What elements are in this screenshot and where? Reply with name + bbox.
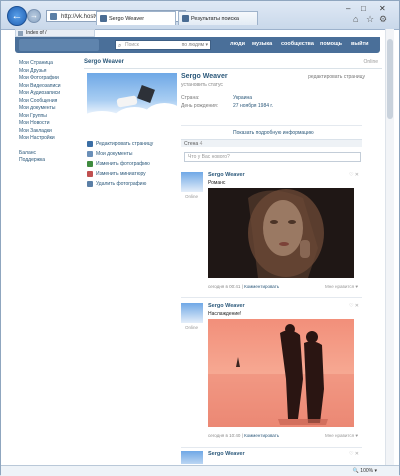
search-placeholder: Поиск: [125, 42, 139, 48]
site-favicon-icon: [50, 13, 57, 20]
menu-news[interactable]: Мои Новости: [19, 120, 79, 128]
nav-logout[interactable]: выйти: [351, 41, 369, 47]
tab-profile[interactable]: Sergo Weaver: [96, 11, 176, 25]
my-documents-link[interactable]: Мои документы: [87, 151, 177, 161]
favorites-star-icon[interactable]: ☆: [366, 15, 375, 24]
maximize-button[interactable]: □: [361, 4, 366, 13]
forward-arrow-icon: →: [30, 11, 38, 20]
wall-post-input[interactable]: Что у Вас нового?: [184, 152, 361, 162]
browser-window: ← → http://vk.hostv.ru/id Sergo Weaver Р…: [0, 0, 400, 476]
change-photo-link[interactable]: Изменить фотографию: [87, 161, 177, 171]
post-author[interactable]: Sergo Weaver: [208, 451, 245, 457]
post-photo[interactable]: [208, 188, 354, 278]
scrollbar-thumb[interactable]: [387, 39, 393, 119]
vk-header: ⌕ Поиск по людям ▾ люди музыка сообществ…: [15, 37, 380, 53]
birthday-row: День рождения: 27 ноября 1984 г.: [181, 103, 273, 109]
post-text: Наслаждение!: [208, 311, 242, 317]
post-photo[interactable]: [208, 319, 354, 427]
like-button[interactable]: Мне нравится ♥: [325, 433, 358, 438]
menu-friends[interactable]: Мои Друзья: [19, 68, 79, 76]
wall-post: Online Sergo Weaver ♡ ✕ Наслаждение! сег…: [181, 303, 362, 443]
post-author[interactable]: Sergo Weaver: [208, 303, 245, 309]
browser-toolbar: ← → http://vk.hostv.ru/id Sergo Weaver Р…: [1, 1, 399, 30]
tab-label: Index of /: [26, 30, 47, 36]
close-window-button[interactable]: ✕: [379, 4, 386, 13]
wall-post: Online Sergo Weaver ♡ ✕ Романс сегодня в…: [181, 172, 362, 292]
country-link[interactable]: Украина: [233, 95, 252, 101]
tab-label: Sergo Weaver: [109, 16, 145, 22]
profile-avatar[interactable]: [87, 73, 177, 133]
wall-header: Стена 4: [181, 139, 362, 147]
profile-name-header: Sergo Weaver: [84, 59, 124, 65]
online-status: Online: [363, 59, 378, 65]
menu-groups[interactable]: Мои Группы: [19, 113, 79, 121]
back-button[interactable]: ←: [7, 6, 27, 26]
menu-balance[interactable]: Баланс: [19, 150, 79, 158]
post-author[interactable]: Sergo Weaver: [208, 172, 245, 178]
pencil-icon: [87, 141, 93, 147]
wall-post: Sergo Weaver ♡ ✕: [181, 451, 362, 464]
post-menu-icon[interactable]: ♡ ✕: [349, 303, 359, 309]
vk-search-input[interactable]: ⌕ Поиск по людям ▾: [115, 40, 211, 50]
document-icon: [87, 151, 93, 157]
tab-label: Результаты поиска: [191, 16, 239, 22]
post-text: Романс: [208, 180, 226, 186]
menu-support[interactable]: Поддержка: [19, 157, 79, 165]
like-button[interactable]: Мне нравится ♥: [325, 284, 358, 289]
edit-page-top-link[interactable]: редактировать страницу: [308, 74, 365, 80]
menu-documents[interactable]: Мои документы: [19, 105, 79, 113]
nav-people[interactable]: люди: [230, 41, 245, 47]
tab-index[interactable]: Index of /: [15, 29, 95, 37]
page-scrollbar[interactable]: [385, 29, 394, 465]
vk-logo[interactable]: [19, 39, 99, 51]
menu-messages[interactable]: Мои Сообщения: [19, 98, 79, 106]
menu-videos[interactable]: Мои Видеозаписи: [19, 83, 79, 91]
folder-icon: [18, 31, 23, 36]
vk-favicon-icon: [100, 15, 107, 22]
country-row: Страна: Украина: [181, 95, 253, 101]
birthday-link[interactable]: 27 ноября 1984 г.: [233, 103, 273, 109]
profile-top-bar: Sergo Weaver Online: [84, 57, 382, 68]
post-author-avatar[interactable]: [181, 451, 203, 464]
home-icon[interactable]: ⌂: [353, 15, 362, 24]
post-author-avatar[interactable]: [181, 303, 203, 323]
change-thumbnail-link[interactable]: Изменить миниатюру: [87, 171, 177, 181]
nav-music[interactable]: музыка: [252, 41, 272, 47]
forward-button[interactable]: →: [27, 9, 41, 23]
search-icon: ⌕: [118, 43, 122, 49]
nav-communities[interactable]: сообщества: [281, 41, 314, 47]
tab-search-results[interactable]: Результаты поиска: [178, 11, 258, 25]
author-online: Online: [185, 325, 199, 330]
edit-page-link[interactable]: Редактировать страницу: [87, 141, 177, 151]
settings-gear-icon[interactable]: ⚙: [379, 15, 388, 24]
thumbnail-icon: [87, 171, 93, 177]
profile-actions: Редактировать страницу Мои документы Изм…: [87, 141, 177, 191]
delete-photo-link[interactable]: Удалить фотографию: [87, 181, 177, 191]
status-bar: 🔍 100% ▾: [1, 465, 399, 476]
status-placeholder[interactable]: установить статус: [181, 82, 381, 88]
back-arrow-icon: ←: [11, 10, 23, 22]
post-menu-icon[interactable]: ♡ ✕: [349, 451, 359, 457]
comment-link[interactable]: Комментировать: [244, 284, 279, 289]
post-footer: сегодня в 10:40 | Комментировать Мне нра…: [208, 433, 358, 438]
trash-icon: [87, 181, 93, 187]
menu-my-page[interactable]: Мои Страница: [19, 60, 79, 68]
menu-settings[interactable]: Мои Настройки: [19, 135, 79, 143]
menu-bookmarks[interactable]: Мои Закладки: [19, 128, 79, 136]
menu-photos[interactable]: Мои Фотографии: [19, 75, 79, 83]
nav-help[interactable]: помощь: [320, 41, 342, 47]
camera-icon: [87, 161, 93, 167]
show-more-info-link[interactable]: Показать подробную информацию: [233, 130, 314, 136]
search-scope-dropdown[interactable]: по людям ▾: [182, 41, 208, 50]
author-online: Online: [185, 194, 199, 199]
post-footer: сегодня в 00:41 | Комментировать Мне нра…: [208, 284, 358, 289]
vk-favicon-icon: [182, 15, 189, 22]
post-menu-icon[interactable]: ♡ ✕: [349, 172, 359, 178]
left-menu: Мои Страница Мои Друзья Мои Фотографии М…: [19, 60, 79, 165]
menu-audio[interactable]: Мои Аудиозаписи: [19, 90, 79, 98]
minimize-button[interactable]: –: [346, 4, 350, 13]
profile-info: Sergo Weaver установить статус редактиро…: [181, 73, 381, 136]
post-author-avatar[interactable]: [181, 172, 203, 192]
comment-link[interactable]: Комментировать: [244, 433, 279, 438]
